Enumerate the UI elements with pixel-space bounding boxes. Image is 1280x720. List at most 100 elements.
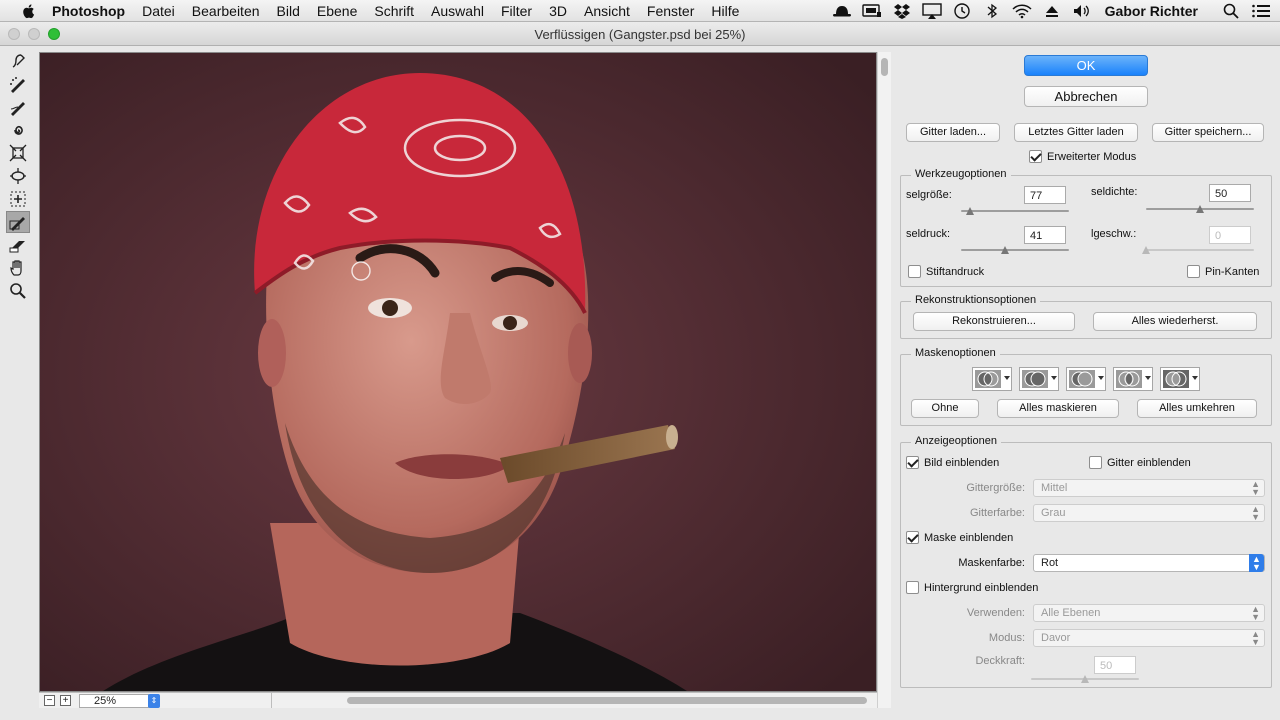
- mask-options-group: Maskenoptionen Ohne Alles maskieren Alle…: [900, 347, 1272, 426]
- load-last-mesh-button[interactable]: Letztes Gitter laden: [1014, 123, 1138, 142]
- show-mesh-checkbox[interactable]: Gitter einblenden: [1089, 456, 1191, 469]
- hat-icon[interactable]: [831, 3, 853, 19]
- brush-size-input[interactable]: 77: [1024, 186, 1066, 204]
- brush-pressure-slider[interactable]: [961, 246, 1069, 254]
- tool-bar: [6, 50, 32, 303]
- push-left-tool-icon[interactable]: [6, 188, 30, 210]
- zoom-level-field[interactable]: 25% ⇕: [79, 693, 160, 708]
- forward-warp-tool-icon[interactable]: [6, 50, 30, 72]
- mask-invert-icon[interactable]: [1160, 367, 1200, 391]
- eject-icon[interactable]: [1041, 3, 1063, 19]
- airplay-icon[interactable]: [921, 3, 943, 19]
- brush-pressure-label: seldruck:: [906, 228, 951, 240]
- display-icon[interactable]: [861, 3, 883, 19]
- zoom-in-button[interactable]: +: [60, 695, 71, 706]
- mesh-size-label: Gittergröße:: [966, 482, 1025, 494]
- volume-icon[interactable]: [1071, 3, 1093, 19]
- stylus-pressure-checkbox[interactable]: Stiftandruck: [908, 265, 984, 278]
- view-options-legend: Anzeigeoptionen: [911, 435, 1001, 447]
- title-bar: Verflüssigen (Gangster.psd bei 25%): [0, 22, 1280, 46]
- menu-bild[interactable]: Bild: [277, 3, 300, 19]
- show-backdrop-checkbox[interactable]: Hintergrund einblenden: [906, 581, 1038, 594]
- user-name[interactable]: Gabor Richter: [1105, 3, 1198, 19]
- pin-edges-checkbox[interactable]: Pin-Kanten: [1187, 265, 1259, 278]
- load-mesh-button[interactable]: Gitter laden...: [906, 123, 1000, 142]
- menu-bearbeiten[interactable]: Bearbeiten: [192, 3, 260, 19]
- hand-tool-icon[interactable]: [6, 257, 30, 279]
- bloat-tool-icon[interactable]: [6, 165, 30, 187]
- cancel-button[interactable]: Abbrechen: [1024, 86, 1148, 107]
- portrait-image: [40, 53, 876, 691]
- show-image-checkbox[interactable]: Bild einblenden: [906, 456, 999, 469]
- menu-3d[interactable]: 3D: [549, 3, 567, 19]
- ok-button[interactable]: OK: [1024, 55, 1148, 76]
- opacity-label: Deckkraft:: [975, 655, 1025, 667]
- restore-all-button[interactable]: Alles wiederherst.: [1093, 312, 1257, 331]
- menu-ebene[interactable]: Ebene: [317, 3, 357, 19]
- brush-size-slider[interactable]: [961, 207, 1069, 215]
- zoom-out-button[interactable]: −: [44, 695, 55, 706]
- reconstruct-options-group: Rekonstruktionsoptionen Rekonstruieren..…: [900, 294, 1272, 339]
- image-canvas[interactable]: [39, 52, 877, 692]
- twirl-tool-icon[interactable]: [6, 119, 30, 141]
- opacity-slider: [1031, 675, 1139, 683]
- brush-density-label: seldichte:: [1091, 186, 1138, 198]
- notification-center-icon[interactable]: [1250, 3, 1272, 19]
- menu-hilfe[interactable]: Hilfe: [711, 3, 739, 19]
- menu-ansicht[interactable]: Ansicht: [584, 3, 630, 19]
- mask-all-button[interactable]: Alles maskieren: [997, 399, 1119, 418]
- smooth-tool-icon[interactable]: [6, 96, 30, 118]
- mask-add-icon[interactable]: [1019, 367, 1059, 391]
- horizontal-scrollbar[interactable]: [271, 693, 877, 708]
- show-image-label: Bild einblenden: [924, 456, 1000, 469]
- mask-color-label: Maskenfarbe:: [958, 557, 1025, 569]
- tool-options-group: Werkzeugoptionen selgröße: 77 seldichte:…: [900, 168, 1272, 287]
- zoom-stepper-icon[interactable]: ⇕: [148, 693, 160, 708]
- menu-filter[interactable]: Filter: [501, 3, 532, 19]
- invert-all-button[interactable]: Alles umkehren: [1137, 399, 1257, 418]
- show-mask-checkbox[interactable]: Maske einblenden: [906, 531, 1013, 544]
- time-machine-icon[interactable]: [951, 3, 973, 19]
- stylus-pressure-label: Stiftandruck: [926, 265, 985, 278]
- freeze-mask-tool-icon[interactable]: [6, 211, 30, 233]
- spotlight-icon[interactable]: [1220, 3, 1242, 19]
- mode-value: Davor: [1041, 632, 1071, 644]
- bluetooth-icon[interactable]: [981, 3, 1003, 19]
- mask-subtract-icon[interactable]: [1066, 367, 1106, 391]
- reconstruct-button[interactable]: Rekonstruieren...: [913, 312, 1075, 331]
- brush-density-slider[interactable]: [1146, 205, 1254, 213]
- thaw-mask-tool-icon[interactable]: [6, 234, 30, 256]
- tool-options-legend: Werkzeugoptionen: [911, 168, 1011, 180]
- liquify-window: Verflüssigen (Gangster.psd bei 25%) − + …: [0, 22, 1280, 720]
- mask-color-select[interactable]: Rot ▲ ▼: [1033, 554, 1265, 572]
- mode-select: Davor ▲ ▼: [1033, 629, 1265, 647]
- mask-options-legend: Maskenoptionen: [911, 347, 1000, 359]
- apple-icon[interactable]: [20, 2, 38, 20]
- mesh-size-value: Mittel: [1041, 482, 1068, 494]
- menu-auswahl[interactable]: Auswahl: [431, 3, 484, 19]
- show-mask-label: Maske einblenden: [924, 531, 1014, 544]
- view-options-group: Anzeigeoptionen Bild einblenden Gitter e…: [900, 435, 1272, 688]
- vertical-scrollbar[interactable]: [877, 52, 891, 708]
- zoom-level-value: 25%: [94, 694, 117, 707]
- zoom-tool-icon[interactable]: [6, 280, 30, 302]
- advanced-mode-checkbox[interactable]: Erweiterter Modus: [1029, 150, 1136, 163]
- reconstruct-tool-icon[interactable]: [6, 73, 30, 95]
- mask-none-button[interactable]: Ohne: [911, 399, 979, 418]
- app-menu[interactable]: Photoshop: [52, 3, 125, 19]
- brush-density-input[interactable]: 50: [1209, 184, 1251, 202]
- show-backdrop-label: Hintergrund einblenden: [924, 581, 1039, 594]
- save-mesh-button[interactable]: Gitter speichern...: [1152, 123, 1264, 142]
- advanced-mode-label: Erweiterter Modus: [1047, 150, 1137, 163]
- menu-datei[interactable]: Datei: [142, 3, 175, 19]
- wifi-icon[interactable]: [1011, 3, 1033, 19]
- dropbox-icon[interactable]: [891, 3, 913, 19]
- mask-intersect-icon[interactable]: [1113, 367, 1153, 391]
- mask-replace-icon[interactable]: [972, 367, 1012, 391]
- pucker-tool-icon[interactable]: [6, 142, 30, 164]
- menu-schrift[interactable]: Schrift: [374, 3, 414, 19]
- brush-size-label: selgröße:: [906, 189, 952, 201]
- menu-fenster[interactable]: Fenster: [647, 3, 694, 19]
- brush-pressure-input[interactable]: 41: [1024, 226, 1066, 244]
- pin-edges-label: Pin-Kanten: [1205, 265, 1260, 278]
